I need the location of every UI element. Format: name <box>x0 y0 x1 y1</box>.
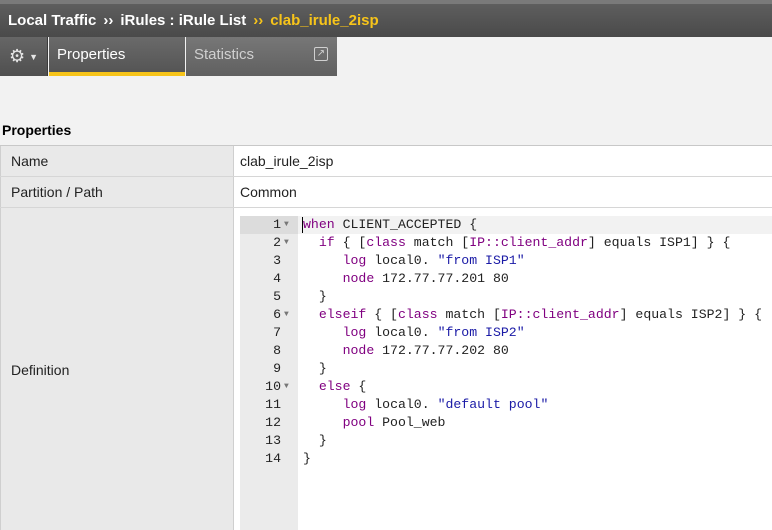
text-cursor <box>302 217 303 233</box>
code-line[interactable]: 10 ▼ else { <box>240 378 772 396</box>
line-number: 2 <box>273 235 281 250</box>
code-line[interactable]: 9 } <box>240 360 772 378</box>
code-text: when CLIENT_ACCEPTED { <box>303 217 478 232</box>
code-text: } <box>303 433 327 448</box>
code-text: node 172.77.77.202 80 <box>342 343 509 358</box>
code-text: node 172.77.77.201 80 <box>342 271 509 286</box>
line-bg <box>298 288 772 306</box>
line-number: 11 <box>265 397 281 412</box>
breadcrumb-current: clab_irule_2isp <box>270 12 379 29</box>
code-line[interactable]: 7 log local0. "from ISP2" <box>240 324 772 342</box>
code-editor[interactable]: 1 ▼ when CLIENT_ACCEPTED {2 ▼ if { [class m… <box>240 216 772 530</box>
gear-menu-button[interactable]: ⚙ ▼ <box>0 37 48 76</box>
breadcrumb-separator: ›› <box>103 12 114 29</box>
code-text: log local0. "default pool" <box>342 397 549 412</box>
code-text: if { [class match [IP::client_addr] equa… <box>318 235 731 250</box>
line-bg <box>298 432 772 450</box>
code-line[interactable]: 6 ▼ elseif { [class match [IP::client_add… <box>240 306 772 324</box>
code-text: pool Pool_web <box>342 415 446 430</box>
code-text: else { <box>318 379 367 394</box>
name-value: clab_irule_2isp <box>234 146 772 176</box>
partition-value: Common <box>234 177 772 207</box>
code-text: } <box>303 451 311 466</box>
line-number: 9 <box>273 361 281 376</box>
line-number: 13 <box>265 433 281 448</box>
code-line[interactable]: 4 node 172.77.77.201 80 <box>240 270 772 288</box>
breadcrumb-separator: ›› <box>253 12 264 29</box>
fold-arrow-icon[interactable]: ▼ <box>284 216 289 234</box>
properties-table: Name clab_irule_2isp Partition / Path Co… <box>0 145 772 530</box>
line-number: 8 <box>273 343 281 358</box>
breadcrumb: Local Traffic ›› iRules : iRule List ›› … <box>0 0 772 37</box>
caret-down-icon: ▼ <box>29 51 39 62</box>
table-row-partition: Partition / Path Common <box>0 177 772 208</box>
code-line[interactable]: 11 log local0. "default pool" <box>240 396 772 414</box>
popout-icon[interactable]: ↗ <box>314 47 328 61</box>
line-number: 10 <box>265 379 281 394</box>
code-line[interactable]: 2 ▼ if { [class match [IP::client_addr] e… <box>240 234 772 252</box>
code-text: } <box>303 289 327 304</box>
definition-label: Definition <box>0 208 234 530</box>
line-number: 5 <box>273 289 281 304</box>
tab-statistics-label: Statistics <box>194 46 255 63</box>
fold-arrow-icon[interactable]: ▼ <box>284 306 289 324</box>
code-text: } <box>303 361 327 376</box>
code-line[interactable]: 5 } <box>240 288 772 306</box>
line-bg <box>298 360 772 378</box>
line-number: 4 <box>273 271 281 286</box>
line-number: 7 <box>273 325 281 340</box>
section-title: Properties <box>2 122 72 138</box>
gear-icon: ⚙ <box>8 46 26 66</box>
line-number: 14 <box>265 451 281 466</box>
tab-bar: ⚙ ▼ Properties Statistics ↗ <box>0 37 772 77</box>
line-number: 3 <box>273 253 281 268</box>
line-bg <box>298 450 772 468</box>
code-text: log local0. "from ISP1" <box>342 253 525 268</box>
code-line[interactable]: 1 ▼ when CLIENT_ACCEPTED { <box>240 216 772 234</box>
code-line[interactable]: 12 pool Pool_web <box>240 414 772 432</box>
tab-properties-label: Properties <box>57 46 126 63</box>
breadcrumb-irule-list[interactable]: iRules : iRule List <box>120 12 246 29</box>
partition-label: Partition / Path <box>0 177 234 207</box>
table-row-name: Name clab_irule_2isp <box>0 146 772 177</box>
fold-arrow-icon[interactable]: ▼ <box>284 378 289 396</box>
code-line[interactable]: 8 node 172.77.77.202 80 <box>240 342 772 360</box>
code-text: elseif { [class match [IP::client_addr] … <box>318 307 763 322</box>
code-line[interactable]: 13 } <box>240 432 772 450</box>
code-line[interactable]: 3 log local0. "from ISP1" <box>240 252 772 270</box>
tab-statistics[interactable]: Statistics ↗ <box>186 37 337 76</box>
line-number: 1 <box>273 217 281 232</box>
breadcrumb-local-traffic[interactable]: Local Traffic <box>8 12 96 29</box>
fold-arrow-icon[interactable]: ▼ <box>284 234 289 252</box>
line-bg <box>298 378 772 396</box>
line-number: 6 <box>273 307 281 322</box>
tab-properties[interactable]: Properties <box>49 37 185 76</box>
name-label: Name <box>0 146 234 176</box>
code-line[interactable]: 14} <box>240 450 772 468</box>
code-text: log local0. "from ISP2" <box>342 325 525 340</box>
line-number: 12 <box>265 415 281 430</box>
